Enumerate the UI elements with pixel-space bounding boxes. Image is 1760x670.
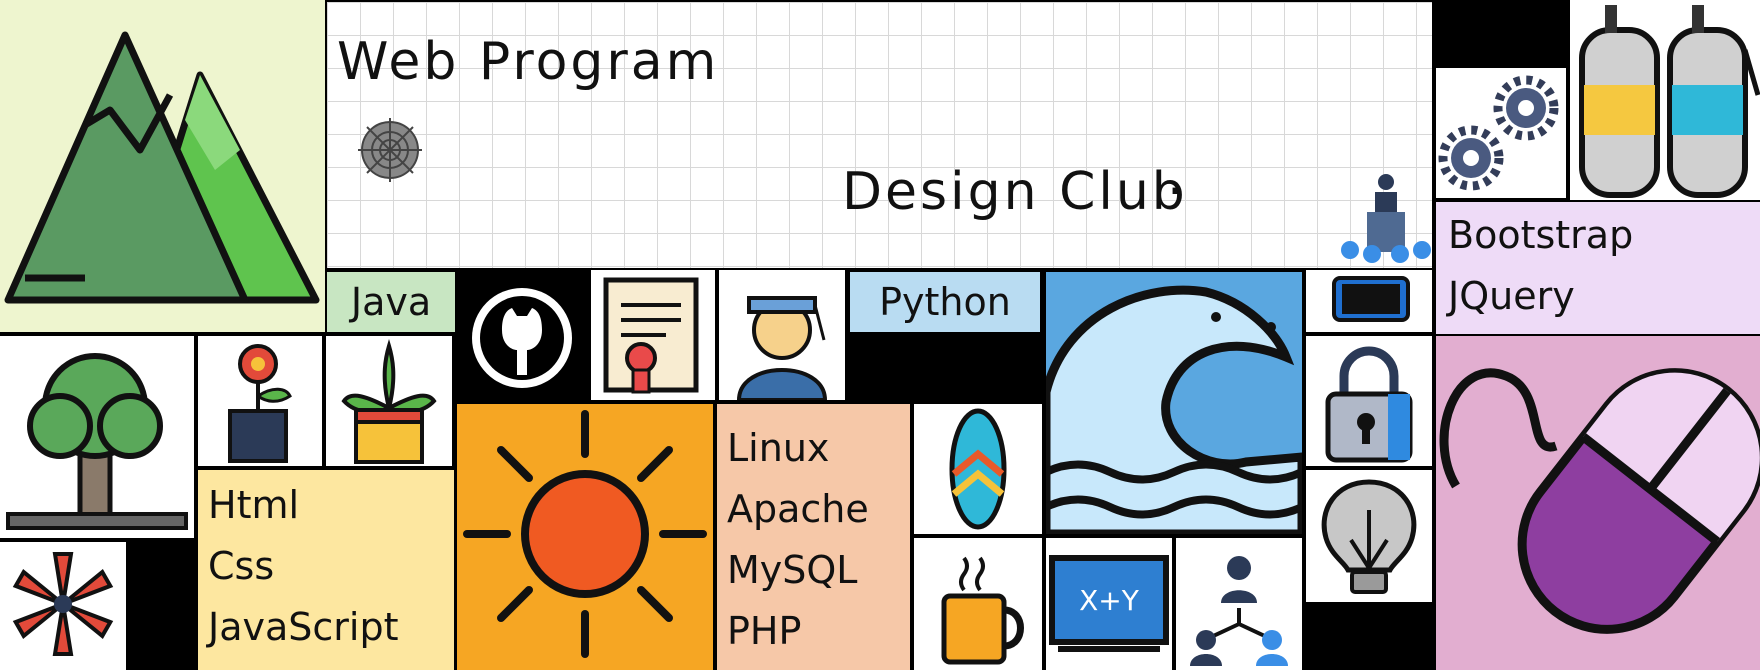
light-bulb-icon	[1321, 479, 1417, 594]
frontend-label-0: Html	[208, 483, 300, 527]
python-tag: Python	[850, 272, 1040, 332]
wave-tile	[1046, 272, 1302, 534]
wave-icon	[1046, 285, 1302, 534]
libs-label-0: Bootstrap	[1448, 213, 1634, 257]
bulb-tile	[1306, 470, 1432, 602]
computer-mouse-icon	[1439, 368, 1760, 634]
frontend-label-2: JavaScript	[208, 605, 399, 649]
lamp-label-1: Apache	[727, 487, 869, 531]
flower-pot-icon	[228, 344, 292, 463]
tile-collage: Web Program Design Club · Bootstrap JQue…	[0, 0, 1760, 670]
coffee-mug-icon	[941, 556, 1024, 665]
libs-label-1: JQuery	[1448, 274, 1575, 318]
blackboard-formula: X+Y	[1079, 584, 1140, 617]
certificate-icon	[603, 277, 699, 394]
mountain-icon	[4, 31, 320, 304]
graduate-tile	[719, 270, 845, 400]
blackboard-icon: X+Y	[1049, 555, 1169, 652]
github-icon	[472, 288, 572, 388]
lamp-tag: Linux Apache MySQL PHP	[717, 404, 910, 670]
club-banner: Web Program Design Club ·	[327, 2, 1432, 268]
flower-pot-tile	[198, 336, 322, 466]
windmill-tile	[0, 542, 126, 670]
phone-tile	[1306, 270, 1432, 332]
frontend-label-1: Css	[208, 544, 275, 588]
java-tag: Java	[327, 272, 455, 332]
podium-speaker-icon	[1341, 174, 1431, 263]
mouse-tile	[1436, 336, 1760, 670]
java-label: Java	[350, 280, 432, 324]
padlock-tile	[1306, 336, 1432, 466]
frontend-tag: Html Css JavaScript	[198, 470, 454, 670]
sun-tile	[457, 404, 713, 670]
mug-tile	[914, 538, 1042, 670]
surfboard-icon	[949, 408, 1007, 530]
lamp-label-3: PHP	[727, 609, 802, 653]
network-tile	[1176, 538, 1302, 670]
blackboard-tile: X+Y	[1046, 538, 1172, 670]
python-label: Python	[879, 280, 1011, 324]
github-tile	[457, 270, 587, 400]
plant-pot-icon	[341, 339, 437, 464]
tree-icon	[6, 353, 188, 530]
gears-tile	[1436, 68, 1566, 198]
tree-tile	[0, 336, 194, 538]
certificate-tile	[591, 270, 715, 400]
team-network-icon	[1190, 556, 1288, 666]
mountain-tile	[0, 0, 325, 332]
graduate-icon	[736, 296, 828, 400]
gears-icon	[1438, 75, 1559, 191]
gas-tank-icon	[1579, 5, 1760, 198]
lamp-label-0: Linux	[727, 426, 830, 470]
pinwheel-icon	[12, 552, 114, 656]
smartphone-icon	[1332, 276, 1410, 322]
libs-tile: Bootstrap JQuery	[1436, 202, 1760, 334]
lamp-label-2: MySQL	[727, 548, 858, 592]
surfboard-tile	[914, 404, 1042, 534]
sun-icon	[463, 410, 707, 658]
plant-pot-tile	[326, 336, 452, 466]
padlock-icon	[1325, 346, 1413, 463]
gas-tank-tile	[1570, 0, 1760, 200]
